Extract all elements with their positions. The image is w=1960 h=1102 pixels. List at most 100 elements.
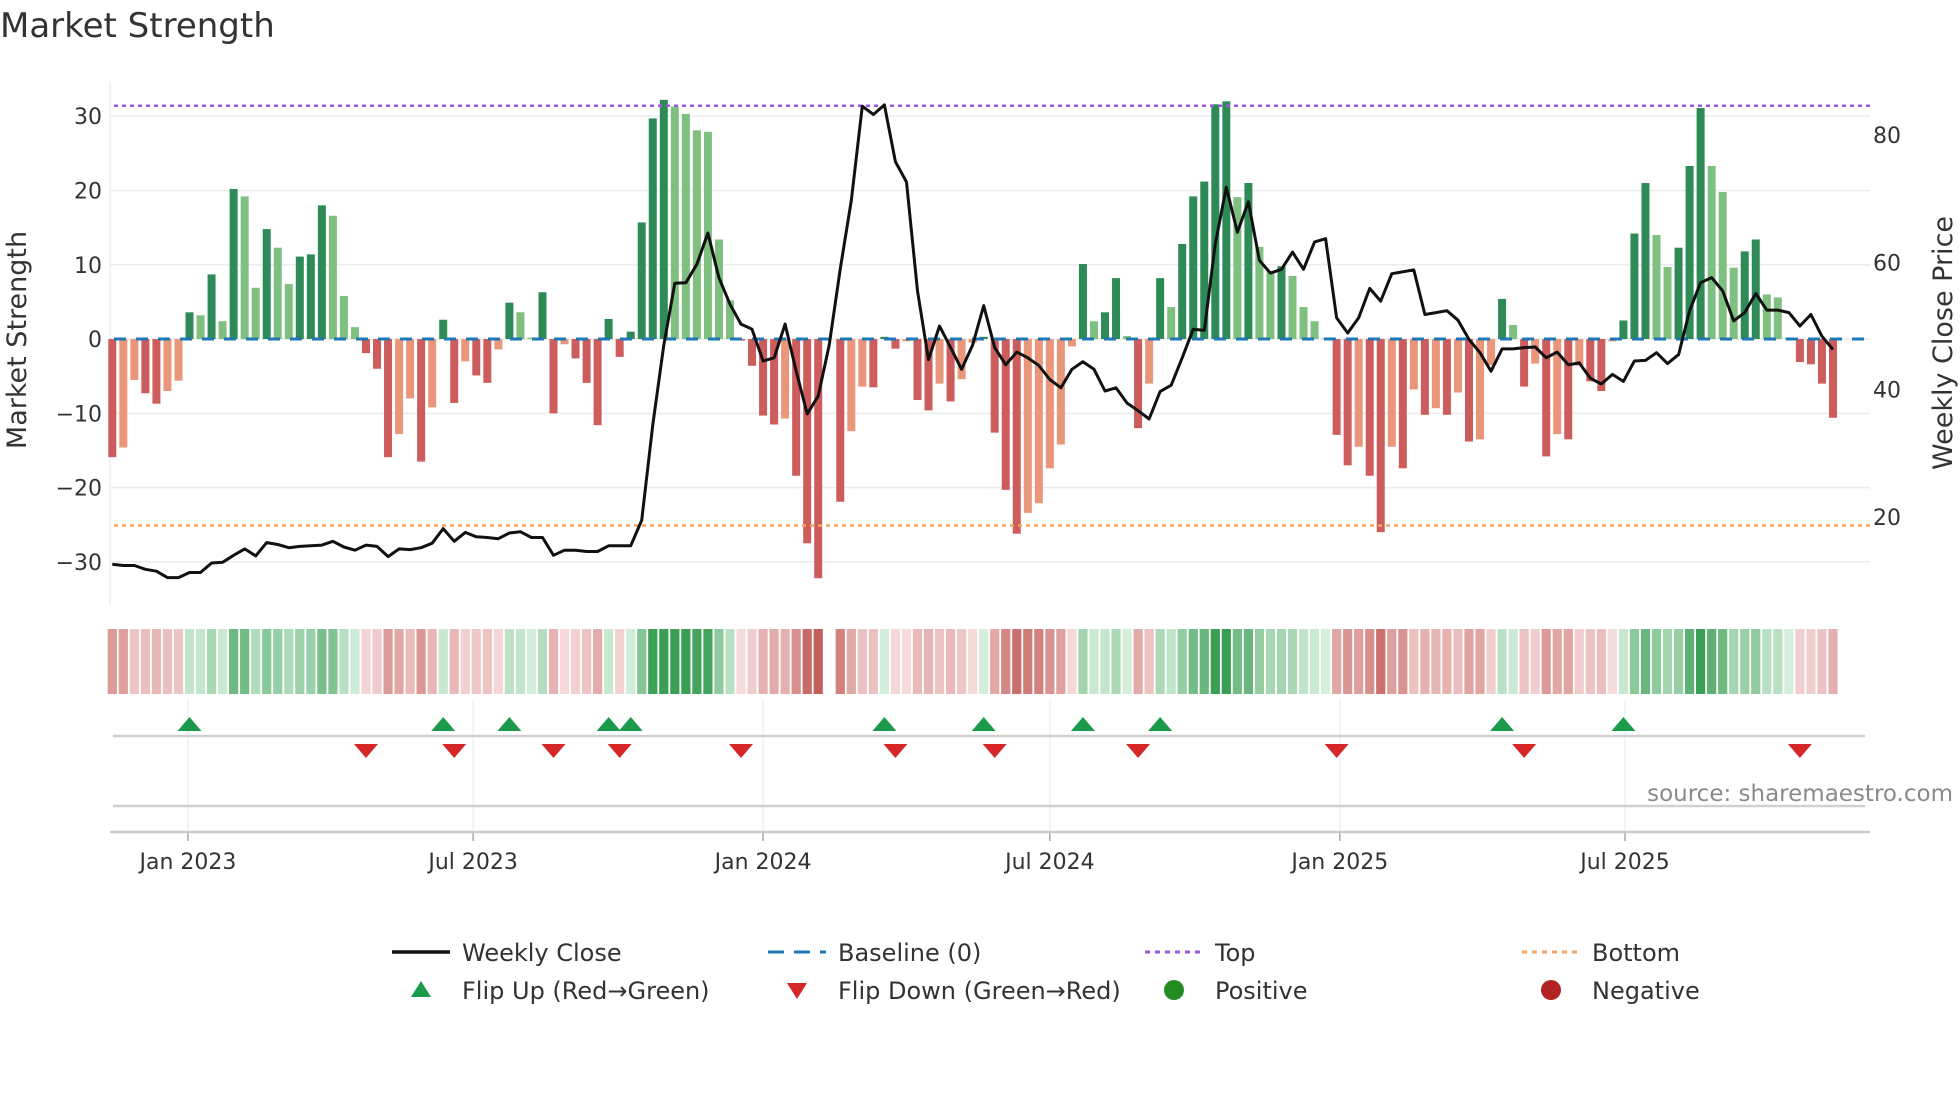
strip-cell	[626, 629, 636, 694]
strip-cell	[273, 629, 283, 694]
strength-bar	[306, 254, 315, 340]
strength-bar	[1564, 339, 1573, 440]
strength-bar	[1310, 321, 1319, 340]
strength-bar	[1718, 191, 1727, 340]
strength-bar	[1509, 324, 1518, 340]
strip-cell	[1519, 629, 1529, 694]
strip-cell	[482, 629, 492, 694]
strength-bar	[869, 339, 878, 388]
strength-bar	[428, 339, 437, 408]
strip-cell	[1067, 629, 1077, 694]
legend-label: Weekly Close	[462, 939, 622, 967]
strip-cell	[1365, 629, 1375, 694]
legend-label: Negative	[1592, 977, 1700, 1005]
strength-bar	[1641, 183, 1650, 340]
x-tick-label: Jul 2025	[1578, 850, 1670, 875]
strip-cell	[394, 629, 404, 694]
strip-cell	[692, 629, 702, 694]
strip-cell	[1629, 629, 1640, 694]
strip-cell	[1166, 629, 1176, 694]
strip-cell	[1376, 629, 1386, 694]
strip-cell	[1089, 629, 1099, 694]
strip-cell	[427, 629, 437, 694]
strip-cell	[1442, 629, 1452, 694]
strength-bar	[317, 205, 326, 340]
strength-bar	[814, 339, 823, 579]
strip-cell	[1530, 629, 1540, 694]
strength-bar	[1089, 321, 1098, 340]
strip-cell	[1563, 629, 1573, 694]
x-tick-label: Jan 2025	[1289, 850, 1388, 875]
strip-cell	[780, 629, 790, 694]
y2-tick-label: 20	[1873, 506, 1901, 531]
strip-cell	[1188, 629, 1198, 694]
strength-bar	[373, 339, 382, 369]
source-label: source: sharemaestro.com	[1647, 781, 1953, 807]
strip-cell	[648, 629, 658, 694]
strength-bar	[1431, 339, 1440, 409]
strip-cell	[681, 629, 691, 694]
strip-cell	[173, 629, 184, 694]
strength-bar	[1134, 339, 1143, 429]
strength-bar	[681, 113, 690, 340]
strip-cell	[559, 629, 570, 694]
strip-cell	[1420, 629, 1430, 694]
strip-cell	[350, 629, 360, 694]
strip-cell	[659, 629, 669, 694]
strip-cell	[1828, 629, 1838, 694]
market-strength-chart: −30 −20 −10 0 10 20 30 20 40 60 80 Jan 2023 Jul 2023…	[2, 82, 1959, 1005]
flip-down-marker	[982, 744, 1007, 758]
strip-cell	[604, 629, 614, 694]
strip-cell	[295, 629, 305, 694]
strip-cell	[107, 629, 117, 694]
strength-bar	[1464, 339, 1473, 442]
strip-cell	[802, 629, 812, 694]
strip-cell	[725, 629, 735, 694]
y-tick-label: −10	[56, 402, 102, 427]
strip-cell	[129, 629, 139, 694]
strength-bar	[1409, 339, 1418, 390]
strength-bar	[748, 339, 757, 366]
strength-bar	[1156, 278, 1165, 340]
strip-cell	[1254, 629, 1265, 694]
strip-cell	[714, 629, 724, 694]
y2-tick-label: 80	[1873, 124, 1901, 149]
strip-cell	[372, 629, 382, 694]
strength-bar	[1398, 339, 1407, 469]
strip-cell	[1486, 629, 1496, 694]
strength-bar	[450, 339, 459, 403]
flip-up-marker	[1611, 717, 1636, 731]
strength-bar	[130, 339, 139, 380]
strength-bar	[957, 339, 966, 380]
strip-cell	[1001, 629, 1011, 694]
flip-up-marker	[431, 717, 456, 731]
strength-bar	[1101, 312, 1109, 340]
strength-bar	[659, 99, 668, 340]
strength-bar	[593, 339, 602, 426]
strip-cell	[879, 629, 889, 694]
y-tick-label: 20	[74, 179, 102, 204]
strength-bar	[516, 312, 525, 340]
strip-cell	[1718, 629, 1728, 694]
flip-up-marker	[596, 717, 621, 731]
flip-up-marker	[872, 717, 897, 731]
flip-down-marker	[353, 744, 378, 758]
strength-bar	[328, 215, 337, 340]
strip-cell	[1640, 629, 1651, 694]
strength-bar	[781, 339, 790, 419]
strip-cell	[1287, 629, 1298, 694]
strip-cell	[791, 629, 801, 694]
strength-bar	[1354, 339, 1363, 447]
strip-cell	[1298, 629, 1309, 694]
strength-bar	[196, 315, 205, 340]
strength-bar	[1420, 339, 1429, 415]
strip-cell	[923, 629, 934, 694]
strength-bar	[1740, 251, 1749, 340]
strip-cell	[1243, 629, 1253, 694]
strength-bar	[395, 339, 404, 435]
flip-up-marker	[618, 717, 643, 731]
strength-bar	[582, 339, 591, 383]
strength-bar	[185, 312, 194, 340]
strength-bar	[692, 130, 701, 340]
strip-cell	[813, 629, 823, 694]
